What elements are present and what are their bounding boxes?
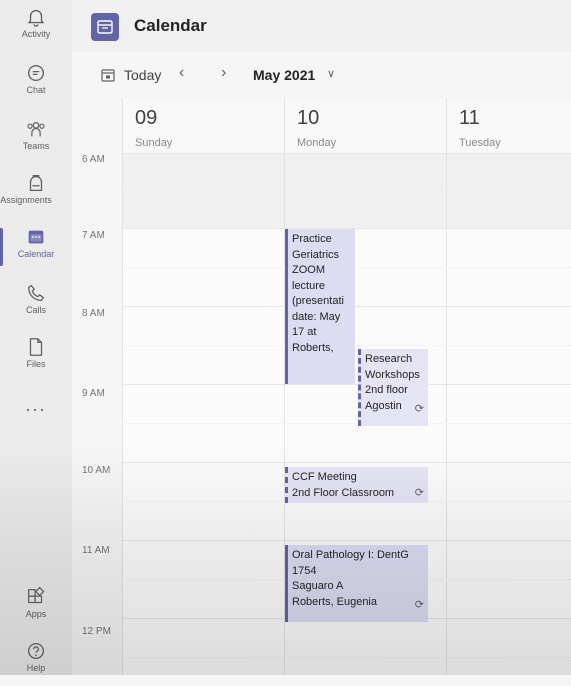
hour-line bbox=[122, 384, 571, 385]
time-label: 7 AM bbox=[82, 230, 105, 241]
rail-label: Activity bbox=[21, 29, 51, 39]
rail-item-teams[interactable]: Teams bbox=[0, 114, 72, 164]
event-research-workshops[interactable]: Research Workshops 2nd floor Agostin ⟳ bbox=[358, 349, 428, 426]
day-header: 11 Tuesday bbox=[447, 98, 571, 153]
day-header: 10 Monday bbox=[285, 98, 447, 153]
backpack-icon bbox=[29, 175, 43, 191]
phone-icon bbox=[28, 284, 45, 301]
event-line: ZOOM bbox=[292, 264, 325, 276]
time-label: 9 AM bbox=[82, 388, 105, 399]
rail-item-apps[interactable]: Apps bbox=[0, 582, 72, 632]
event-line: Geriatrics bbox=[292, 248, 340, 261]
event-line: Saguaro A bbox=[292, 580, 344, 592]
rail-item-files[interactable]: Files bbox=[0, 332, 72, 382]
chevron-down-icon[interactable]: ∨ bbox=[327, 67, 335, 80]
rail-label: Calendar bbox=[17, 249, 55, 259]
event-line: 2nd Floor Classroom bbox=[292, 486, 395, 499]
rail-item-chat[interactable]: Chat bbox=[0, 58, 72, 108]
recurring-icon: ⟳ bbox=[414, 599, 424, 611]
event-line: Roberts, Eugenia bbox=[292, 595, 377, 608]
rail-label: Apps bbox=[25, 609, 47, 619]
rail-label: Help bbox=[26, 663, 46, 673]
day-column-tuesday[interactable]: 11 Tuesday bbox=[446, 98, 571, 675]
month-picker[interactable]: May 2021 bbox=[253, 67, 315, 83]
rail-label: Files bbox=[26, 359, 46, 369]
more-apps-icon[interactable]: ... bbox=[0, 395, 72, 416]
event-line: Roberts, bbox=[292, 341, 334, 354]
bell-icon bbox=[27, 9, 45, 27]
today-button[interactable]: Today bbox=[124, 67, 161, 83]
rail-item-assignments[interactable]: Assignments bbox=[0, 168, 72, 218]
recurring-icon: ⟳ bbox=[414, 487, 424, 499]
event-oral-pathology[interactable]: Oral Pathology I: DentG 1754 Saguaro A R… bbox=[285, 545, 428, 622]
help-icon bbox=[28, 643, 44, 659]
time-label: 12 PM bbox=[82, 626, 111, 637]
event-line: CCF Meeting bbox=[292, 471, 357, 483]
rail-label: Assignments bbox=[0, 195, 52, 205]
event-line: 2nd floor bbox=[365, 384, 408, 396]
event-line: date: May bbox=[292, 310, 341, 323]
time-label: 8 AM bbox=[82, 308, 105, 319]
calendar-app-icon bbox=[91, 13, 119, 41]
event-line: (presentati bbox=[292, 295, 344, 307]
half-hour-line bbox=[122, 657, 571, 658]
rail-item-calls[interactable]: Calls bbox=[0, 278, 72, 328]
time-label: 10 AM bbox=[82, 465, 111, 476]
event-practice-geriatrics[interactable]: Practice Geriatrics ZOOM lecture (presen… bbox=[285, 229, 355, 384]
apps-icon bbox=[28, 586, 45, 604]
hour-line bbox=[122, 540, 571, 541]
day-name: Tuesday bbox=[459, 137, 501, 149]
event-line: Research bbox=[365, 353, 413, 365]
day-name: Monday bbox=[297, 137, 337, 149]
day-number: 10 bbox=[297, 107, 320, 129]
rail-item-help[interactable]: Help bbox=[0, 636, 72, 686]
hour-line bbox=[122, 153, 571, 154]
day-column-sunday[interactable]: 09 Sunday bbox=[122, 98, 285, 675]
day-number: 09 bbox=[135, 107, 158, 129]
half-hour-line bbox=[122, 423, 571, 424]
time-label: 6 AM bbox=[82, 154, 105, 165]
event-line: Oral Pathology I: DentG bbox=[292, 549, 409, 561]
rail-item-calendar[interactable]: Calendar bbox=[0, 222, 72, 272]
event-line: lecture bbox=[292, 279, 326, 292]
rail-item-activity[interactable]: Activity bbox=[0, 2, 72, 52]
calendar-icon bbox=[28, 230, 44, 244]
calendar-toolbar: Today ‹ › May 2021 ∨ bbox=[72, 52, 571, 98]
time-label: 11 AM bbox=[82, 545, 110, 556]
day-header: 09 Sunday bbox=[123, 98, 285, 153]
event-ccf-meeting[interactable]: CCF Meeting 2nd Floor Classroom ⟳ bbox=[285, 467, 428, 503]
page-title: Calendar bbox=[134, 16, 207, 35]
hour-line bbox=[122, 462, 571, 463]
rail-label: Calls bbox=[25, 305, 46, 315]
today-calendar-icon bbox=[101, 69, 115, 82]
rail-label: Teams bbox=[22, 141, 50, 151]
half-hour-line bbox=[122, 190, 571, 191]
event-line: Workshops bbox=[365, 368, 420, 381]
app-rail: Activity Chat Teams Assignments Calendar… bbox=[0, 0, 73, 675]
time-gutter bbox=[72, 98, 122, 675]
recurring-icon: ⟳ bbox=[414, 403, 424, 415]
teams-icon bbox=[27, 121, 45, 137]
app-header: Calendar bbox=[72, 0, 571, 53]
event-line: 1754 bbox=[292, 564, 317, 577]
chat-icon bbox=[27, 64, 45, 82]
previous-week-button[interactable]: ‹ bbox=[179, 64, 184, 82]
event-line: 17 at bbox=[292, 326, 317, 338]
calendar-grid: 09 Sunday 10 Monday 11 Tuesday 6 AM 7 AM… bbox=[72, 98, 571, 675]
event-line: Practice bbox=[292, 233, 332, 245]
rail-label: Chat bbox=[26, 85, 46, 95]
day-name: Sunday bbox=[135, 137, 173, 149]
next-week-button[interactable]: › bbox=[221, 64, 226, 82]
day-number: 11 bbox=[459, 107, 480, 129]
file-icon bbox=[29, 338, 43, 356]
